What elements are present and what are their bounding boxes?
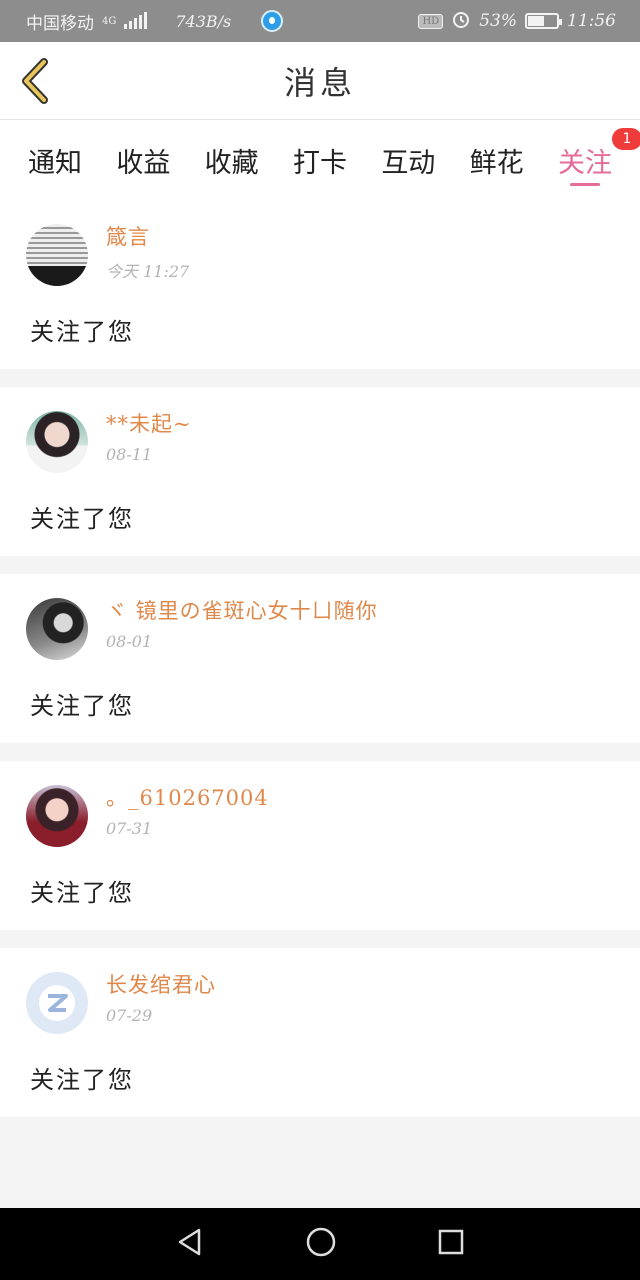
username[interactable]: 箴言	[106, 222, 189, 252]
page-title: 消息	[283, 63, 356, 102]
system-nav-bar	[0, 1208, 640, 1280]
hd-icon: HD	[418, 13, 444, 29]
tab-favorites[interactable]: 收藏	[205, 120, 259, 200]
timestamp: 07-31	[106, 819, 153, 838]
timestamp: 07-29	[106, 1006, 153, 1025]
tab-checkin[interactable]: 打卡	[293, 120, 347, 200]
battery-percent: 53%	[479, 11, 517, 31]
message-text: 关注了您	[30, 505, 134, 533]
square-recents-icon	[438, 1229, 464, 1255]
app-notification-icon	[261, 10, 284, 32]
network-label: 4G	[102, 15, 117, 27]
username[interactable]: **未起~	[106, 409, 192, 439]
tab-interactions[interactable]: 互动	[381, 120, 435, 200]
timestamp: 08-11	[106, 445, 153, 464]
carrier-label: 中国移动	[26, 13, 94, 34]
back-button[interactable]	[16, 56, 56, 106]
list-item[interactable]: 箴言 今天 11:27 关注了您	[0, 200, 640, 369]
list-item[interactable]: 。_610267004 07-31 关注了您	[0, 761, 640, 930]
list-item[interactable]: 长发绾君心 07-29 关注了您	[0, 948, 640, 1117]
nav-recents-button[interactable]	[437, 1228, 465, 1260]
default-avatar-icon	[39, 985, 75, 1021]
circle-home-icon	[306, 1227, 336, 1257]
message-text: 关注了您	[30, 692, 134, 720]
avatar[interactable]	[26, 411, 88, 473]
chevron-left-icon	[22, 58, 48, 104]
network-speed: 743B/s	[175, 11, 232, 31]
clock: 11:56	[567, 11, 616, 31]
tab-bar: 通知 收益 收藏 打卡 互动 鲜花 关注 1	[0, 120, 640, 200]
unread-badge: 1	[611, 128, 640, 150]
triangle-back-icon	[178, 1228, 201, 1256]
message-text: 关注了您	[30, 879, 134, 907]
tab-earnings[interactable]: 收益	[116, 120, 170, 200]
list-item[interactable]: **未起~ 08-11 关注了您	[0, 387, 640, 556]
tab-flowers[interactable]: 鲜花	[470, 120, 524, 200]
username[interactable]: 。_610267004	[106, 783, 269, 813]
status-bar: 中国移动 4G 743B/s HD 53% 11:56	[0, 0, 640, 42]
avatar[interactable]	[26, 785, 88, 847]
avatar[interactable]	[26, 224, 88, 286]
timestamp: 今天 11:27	[106, 262, 190, 281]
list-item[interactable]: ヾ 镜里の雀斑心女十ㄩ随你 08-01 关注了您	[0, 574, 640, 743]
alarm-icon	[451, 9, 471, 34]
message-text: 关注了您	[30, 318, 134, 346]
username[interactable]: 长发绾君心	[106, 970, 216, 1000]
tab-follows[interactable]: 关注 1	[558, 120, 640, 200]
top-bar: 消息	[0, 42, 640, 120]
avatar[interactable]	[26, 598, 88, 660]
nav-home-button[interactable]	[305, 1226, 337, 1262]
message-list: 箴言 今天 11:27 关注了您 **未起~ 08-11 关注了您 ヾ 镜里の雀…	[0, 200, 640, 1117]
nav-back-button[interactable]	[175, 1227, 205, 1261]
tab-notifications[interactable]: 通知	[28, 120, 82, 200]
avatar[interactable]	[26, 972, 88, 1034]
message-text: 关注了您	[30, 1066, 134, 1094]
battery-icon	[525, 13, 562, 29]
timestamp: 08-01	[106, 632, 153, 651]
signal-icon	[124, 12, 148, 29]
username[interactable]: ヾ 镜里の雀斑心女十ㄩ随你	[106, 596, 378, 626]
